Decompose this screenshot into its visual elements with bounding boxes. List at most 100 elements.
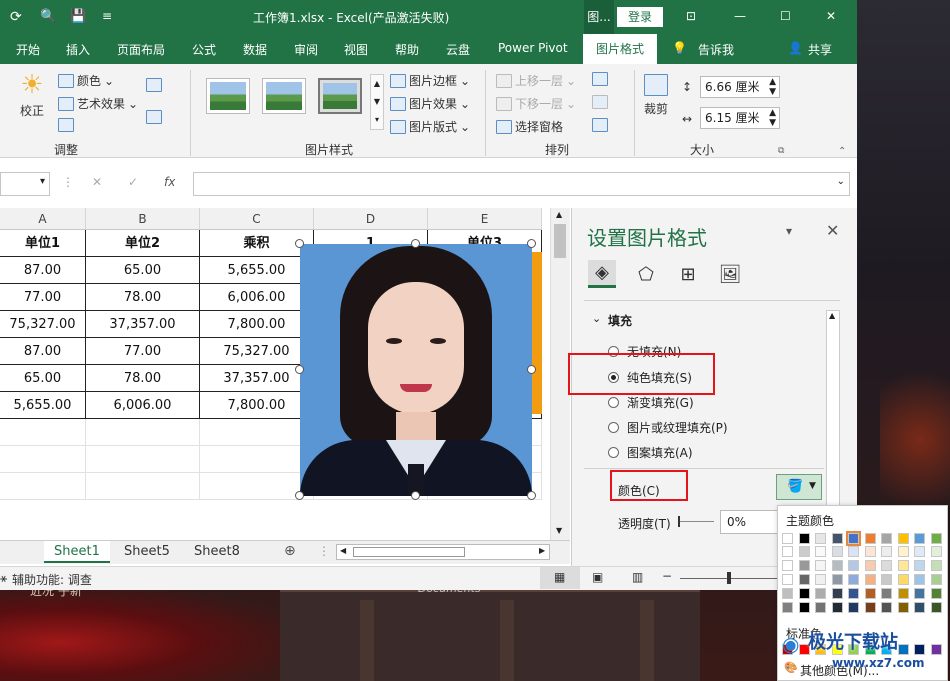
color-swatch[interactable]	[914, 560, 925, 571]
cell[interactable]: 87.00	[0, 338, 86, 365]
color-swatch[interactable]	[782, 602, 793, 613]
color-swatch[interactable]	[831, 588, 843, 599]
vertical-scrollbar[interactable]: ▲ ▼	[550, 208, 570, 540]
color-swatch[interactable]	[864, 602, 876, 613]
color-swatch[interactable]	[881, 574, 892, 585]
maximize-button[interactable]: ☐	[780, 9, 791, 23]
resize-handle[interactable]	[295, 491, 304, 500]
color-swatch[interactable]	[897, 588, 909, 599]
confirm-icon[interactable]: ✓	[128, 175, 138, 189]
color-swatch[interactable]	[782, 560, 793, 571]
minimize-button[interactable]: —	[734, 9, 746, 23]
cell[interactable]: 65.00	[0, 365, 86, 392]
color-swatch[interactable]	[798, 533, 810, 544]
tab-view[interactable]: 视图	[344, 41, 368, 58]
ribbon-display-icon[interactable]: ⊡	[686, 9, 696, 23]
cell[interactable]	[86, 419, 200, 446]
color-swatch[interactable]	[914, 546, 925, 557]
sheet-tab-sheet5[interactable]: Sheet5	[114, 541, 180, 563]
pane-scroll-up-icon[interactable]: ▲	[829, 311, 835, 320]
picture-layout-button[interactable]: 图片版式 ⌄	[390, 118, 470, 135]
color-swatch[interactable]	[831, 602, 843, 613]
login-button[interactable]: 登录	[617, 7, 663, 27]
reset-picture-icon[interactable]	[146, 110, 162, 124]
scroll-thumb[interactable]	[554, 224, 566, 258]
resize-handle[interactable]	[527, 365, 536, 374]
scroll-right-icon[interactable]: ▶	[539, 546, 545, 555]
color-swatch[interactable]	[864, 533, 876, 544]
color-swatch[interactable]	[848, 588, 859, 599]
color-swatch[interactable]	[930, 602, 942, 613]
color-swatch[interactable]	[864, 574, 876, 585]
page-break-view-icon[interactable]: ▥	[632, 570, 643, 584]
size-properties-tab-icon[interactable]: ⊞	[674, 260, 702, 288]
color-swatch[interactable]	[897, 546, 909, 557]
radio-picture-fill[interactable]: 图片或纹理填充(P)	[608, 419, 728, 436]
tab-review[interactable]: 审阅	[294, 41, 318, 58]
cell[interactable]: 5,655.00	[200, 257, 314, 284]
color-swatch[interactable]	[798, 574, 810, 585]
color-swatch[interactable]	[815, 588, 826, 599]
color-swatch[interactable]	[848, 560, 859, 571]
color-swatch[interactable]	[848, 546, 859, 557]
sheet-tab-sheet1[interactable]: Sheet1	[44, 541, 110, 563]
artistic-effects-button[interactable]: 艺术效果 ⌄	[58, 95, 138, 112]
color-button[interactable]: 颜色 ⌄	[58, 72, 114, 89]
color-swatch[interactable]	[930, 546, 942, 557]
color-swatch[interactable]	[831, 546, 843, 557]
normal-view-button[interactable]: ▦	[540, 567, 580, 589]
tell-me[interactable]: 告诉我	[698, 41, 734, 58]
tab-home[interactable]: 开始	[16, 41, 40, 58]
color-swatch[interactable]	[846, 531, 861, 546]
cell[interactable]	[86, 473, 200, 500]
name-box[interactable]: ▾	[0, 172, 50, 196]
fill-color-picker-button[interactable]: 🪣 ▼	[776, 474, 822, 500]
color-swatch[interactable]	[914, 602, 925, 613]
share-button[interactable]: 共享	[808, 41, 832, 58]
accessibility-status[interactable]: 辅助功能: 调查	[12, 571, 92, 588]
color-swatch[interactable]	[881, 546, 892, 557]
color-swatch[interactable]	[815, 560, 826, 571]
resize-handle[interactable]	[527, 491, 536, 500]
tab-cloud[interactable]: 云盘	[446, 41, 470, 58]
resize-handle[interactable]	[295, 239, 304, 248]
cell[interactable]: 65.00	[86, 257, 200, 284]
zoom-slider-thumb[interactable]	[727, 572, 731, 584]
cell[interactable]: 5,655.00	[0, 392, 86, 419]
color-swatch[interactable]	[782, 574, 793, 585]
color-swatch[interactable]	[798, 546, 810, 557]
cell[interactable]	[200, 446, 314, 473]
resize-handle[interactable]	[295, 365, 304, 374]
color-swatch[interactable]	[798, 560, 810, 571]
print-preview-icon[interactable]: 🔍	[40, 9, 56, 24]
tab-power-pivot[interactable]: Power Pivot	[498, 41, 568, 55]
bring-forward-button[interactable]: 上移一层 ⌄	[496, 72, 576, 89]
color-swatch[interactable]	[897, 574, 909, 585]
color-swatch[interactable]	[848, 602, 859, 613]
gallery-scroll[interactable]: ▲ ▼ ▾	[370, 74, 384, 130]
color-swatch[interactable]	[815, 602, 826, 613]
page-layout-view-icon[interactable]: ▣	[592, 570, 603, 584]
resize-handle[interactable]	[411, 239, 420, 248]
align-icon[interactable]	[592, 72, 608, 86]
radio-button[interactable]	[608, 422, 619, 433]
effects-tab-icon[interactable]: ⬠	[632, 260, 660, 288]
color-swatch[interactable]	[881, 533, 892, 544]
cell[interactable]: 7,800.00	[200, 392, 314, 419]
cell[interactable]	[0, 419, 86, 446]
cell[interactable]: 78.00	[86, 365, 200, 392]
tab-picture-format[interactable]: 图片格式	[583, 34, 657, 64]
color-swatch[interactable]	[930, 533, 942, 544]
color-swatch[interactable]	[930, 574, 942, 585]
cell[interactable]: 37,357.00	[86, 311, 200, 338]
resize-handle[interactable]	[527, 239, 536, 248]
color-swatch[interactable]	[881, 602, 892, 613]
group-icon[interactable]	[592, 95, 608, 109]
color-swatch[interactable]	[864, 588, 876, 599]
color-swatch[interactable]	[848, 574, 859, 585]
tab-page-layout[interactable]: 页面布局	[117, 41, 165, 58]
radio-pattern-fill[interactable]: 图案填充(A)	[608, 444, 693, 461]
resize-handle[interactable]	[411, 491, 420, 500]
quick-access-dropdown-icon[interactable]: ≡	[102, 9, 112, 23]
crop-button[interactable]: 裁剪	[644, 74, 668, 117]
